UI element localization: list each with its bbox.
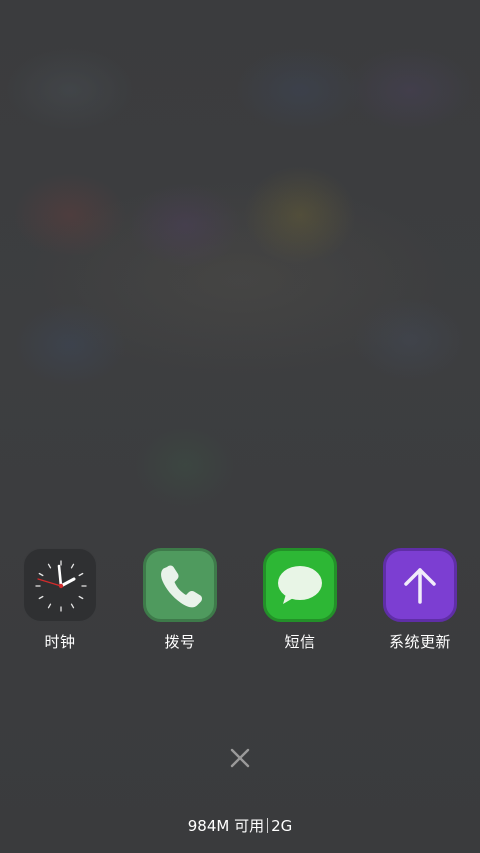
app-phone[interactable]: 拨号 bbox=[125, 548, 235, 652]
close-all-button[interactable] bbox=[225, 743, 255, 773]
app-label: 短信 bbox=[284, 633, 316, 651]
clock-icon bbox=[23, 548, 97, 622]
memory-status: 984M 可用 2G bbox=[0, 815, 480, 836]
network-type-text: 2G bbox=[271, 817, 293, 835]
available-memory-text: 984M 可用 bbox=[187, 817, 265, 835]
app-label: 系统更新 bbox=[388, 633, 451, 651]
phone-icon bbox=[143, 548, 217, 622]
arrow-up-icon bbox=[383, 548, 457, 622]
app-messages[interactable]: 短信 bbox=[245, 548, 355, 652]
app-system-update[interactable]: 系统更新 bbox=[365, 548, 475, 652]
app-clock[interactable]: 时钟 bbox=[5, 548, 115, 652]
app-label: 时钟 bbox=[44, 633, 76, 651]
recent-apps-screen: 时钟 拨号 短信 系统更新 984M 可用 2G bbox=[0, 0, 480, 853]
separator bbox=[267, 818, 269, 833]
close-icon bbox=[230, 748, 250, 768]
message-bubble-icon bbox=[263, 548, 337, 622]
recent-apps-dock: 时钟 拨号 短信 系统更新 bbox=[0, 548, 480, 658]
app-label: 拨号 bbox=[164, 633, 196, 651]
